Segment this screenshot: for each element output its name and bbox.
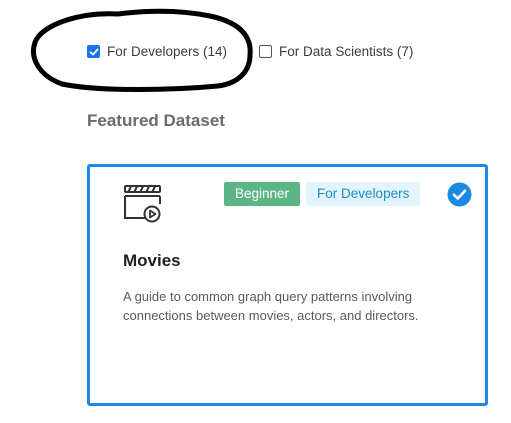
selected-check-icon bbox=[447, 182, 472, 207]
checkbox-unchecked-icon[interactable] bbox=[259, 45, 273, 58]
card-description: A guide to common graph query patterns i… bbox=[123, 289, 419, 323]
section-title: Featured Dataset bbox=[87, 111, 225, 130]
badge-audience: For Developers bbox=[306, 182, 421, 206]
filter-for-developers[interactable]: For Developers (14) bbox=[87, 44, 227, 59]
badge-level: Beginner bbox=[224, 182, 301, 206]
dataset-card-movies[interactable]: Beginner For Developers Movies A guide t… bbox=[87, 164, 488, 406]
checkbox-checked-icon[interactable] bbox=[87, 45, 100, 58]
filter-for-data-scientists[interactable]: For Data Scientists (7) bbox=[259, 44, 413, 59]
card-title: Movies bbox=[123, 251, 181, 270]
video-library-icon bbox=[124, 185, 161, 223]
filter-label-developers: For Developers (14) bbox=[107, 44, 228, 59]
filter-label-data-scientists: For Data Scientists (7) bbox=[279, 44, 414, 59]
dataset-filters: For Developers (14) For Data Scientists … bbox=[87, 44, 413, 59]
card-badges: Beginner For Developers bbox=[224, 182, 421, 206]
